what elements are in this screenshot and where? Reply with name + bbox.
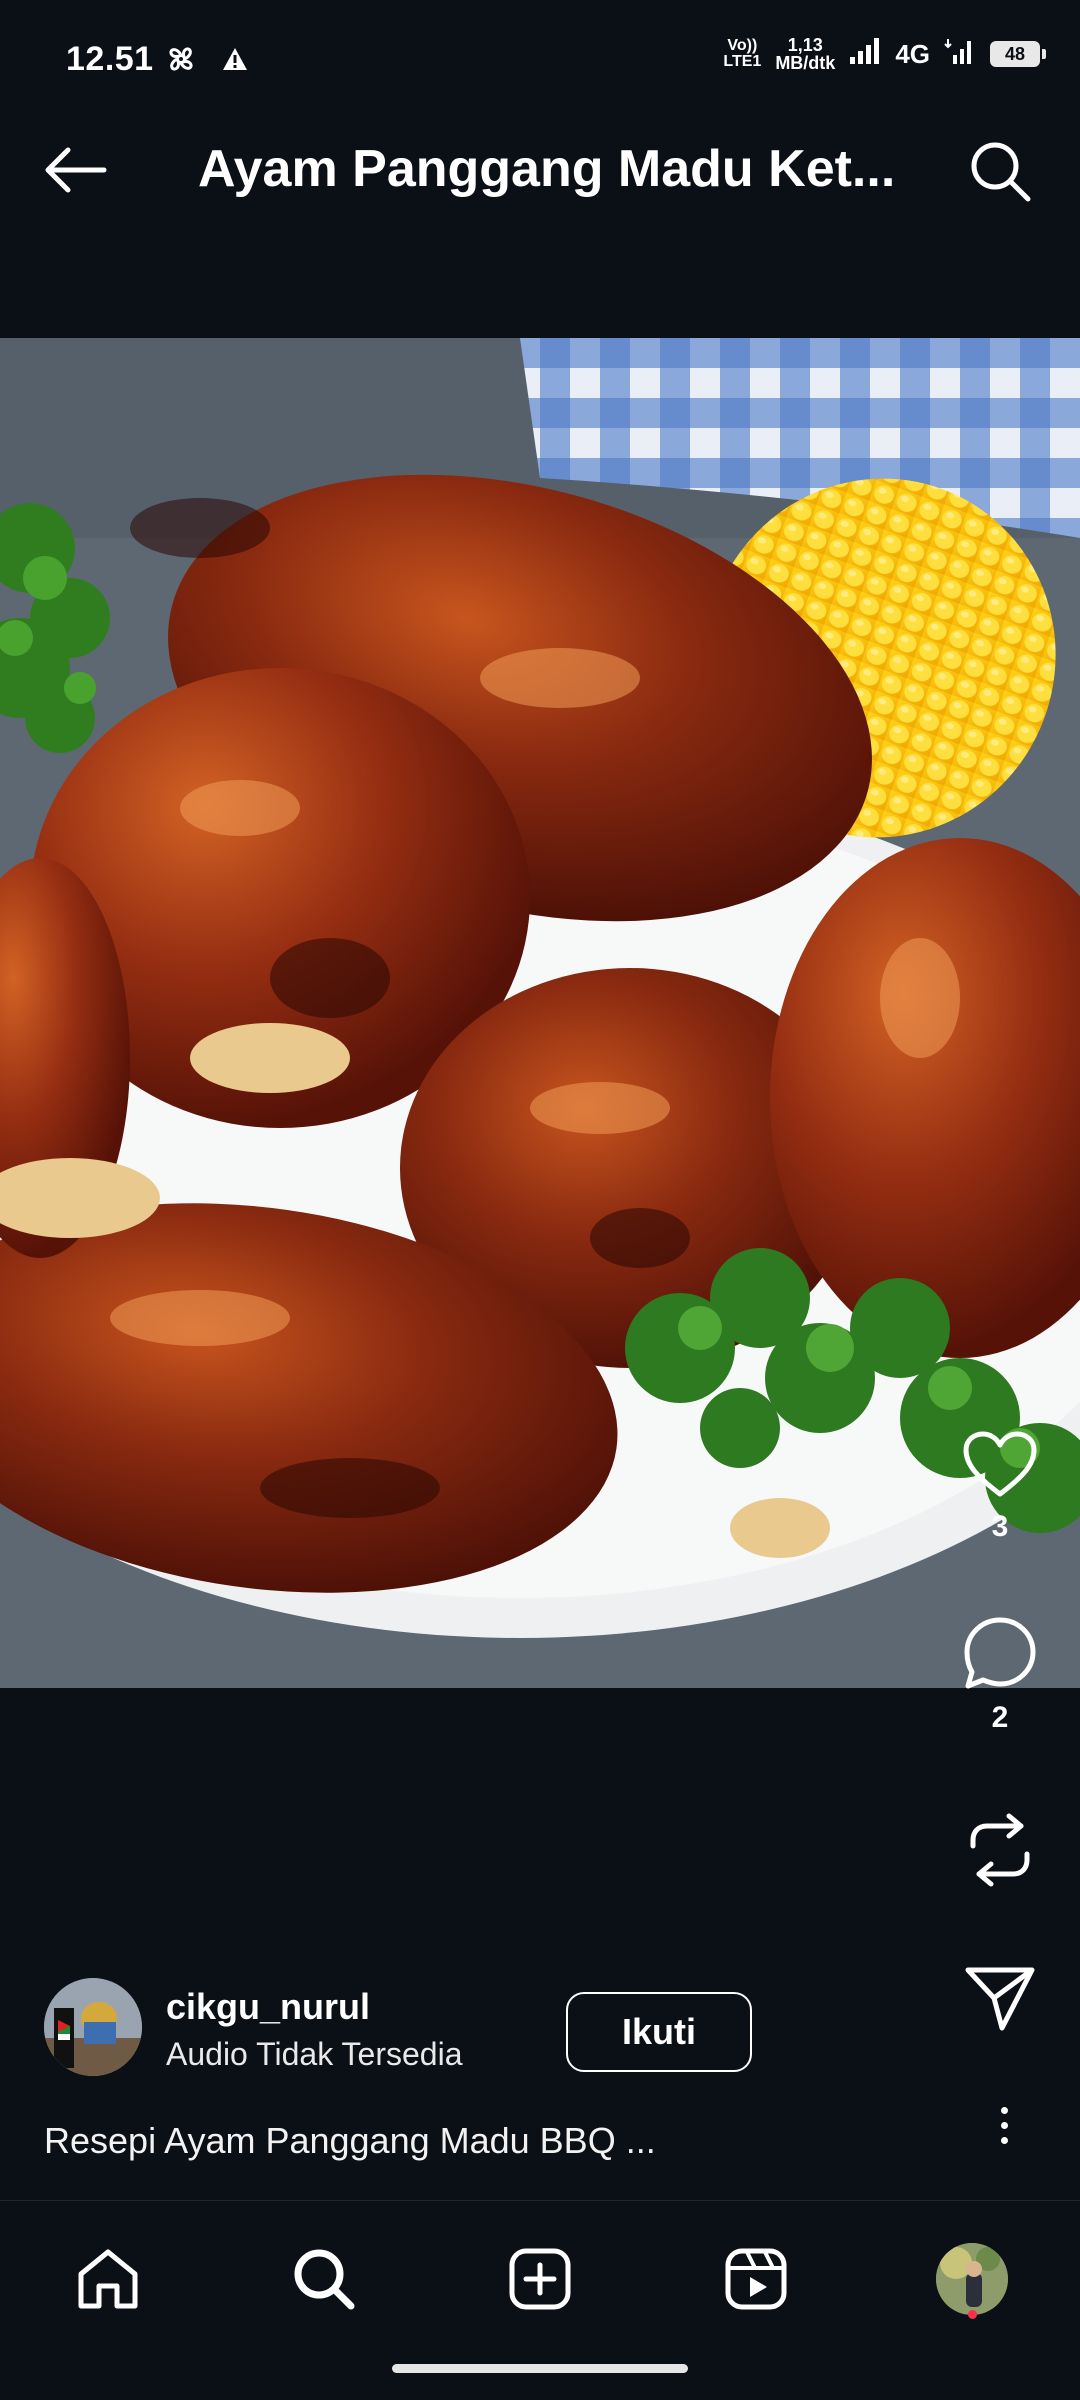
signal-icon	[849, 37, 881, 71]
reel-screen: 12.51 Vo)) LTE1 1,13 MB/dtk 4G 48 Ayam P…	[0, 0, 1080, 2400]
repost-icon	[970, 1813, 1030, 1887]
home-indicator[interactable]	[392, 2364, 688, 2373]
heart-icon	[963, 1431, 1037, 1497]
comment-button[interactable]: 2	[960, 1615, 1040, 1735]
reel-media[interactable]	[0, 338, 1080, 1688]
nav-create[interactable]	[492, 2231, 588, 2327]
back-button[interactable]	[36, 135, 116, 205]
more-vertical-icon	[1000, 2106, 1008, 2114]
status-right: Vo)) LTE1 1,13 MB/dtk 4G 48	[723, 35, 1046, 73]
nav-reels[interactable]	[708, 2231, 804, 2327]
search-button[interactable]	[962, 133, 1038, 209]
post-caption[interactable]: Resepi Ayam Panggang Madu BBQ ...	[44, 2120, 844, 2162]
follow-button[interactable]: Ikuti	[566, 1992, 752, 2072]
nav-home[interactable]	[60, 2231, 156, 2327]
nav-search[interactable]	[276, 2231, 372, 2327]
like-count: 3	[991, 1510, 1009, 1543]
author-row: cikgu_nurul Audio Tidak Tersedia Ikuti	[44, 1978, 752, 2078]
audio-status[interactable]: Audio Tidak Tersedia	[166, 2036, 462, 2073]
like-button[interactable]: 3	[960, 1430, 1040, 1544]
nav-profile[interactable]	[924, 2231, 1020, 2327]
status-bar: 12.51 Vo)) LTE1 1,13 MB/dtk 4G 48	[0, 0, 1080, 95]
comment-icon	[964, 1617, 1036, 1689]
repost-button[interactable]	[960, 1810, 1040, 1890]
profile-avatar	[936, 2243, 1008, 2315]
search-icon	[971, 142, 1031, 202]
comment-count: 2	[991, 1701, 1009, 1734]
arrow-left-icon	[45, 147, 107, 193]
battery-indicator: 48	[990, 41, 1046, 67]
network-type: 4G	[895, 38, 930, 69]
author-avatar[interactable]	[44, 1978, 142, 2076]
status-left-icons	[164, 42, 248, 81]
volte-indicator: Vo)) LTE1	[723, 37, 762, 70]
author-username[interactable]: cikgu_nurul	[166, 1986, 370, 2028]
page-title: Ayam Panggang Madu Ket...	[198, 140, 896, 198]
signal-2-icon	[944, 37, 976, 71]
home-icon	[78, 2249, 138, 2309]
warning-icon	[222, 47, 248, 76]
reels-icon	[725, 2248, 787, 2310]
more-options-button[interactable]	[984, 2090, 1024, 2160]
plus-square-icon	[509, 2248, 571, 2310]
send-icon	[965, 1967, 1035, 2031]
search-icon	[294, 2249, 355, 2310]
food-photo	[0, 338, 1080, 1688]
fan-icon	[164, 42, 198, 81]
share-button[interactable]	[960, 1965, 1040, 2033]
status-time: 12.51	[66, 40, 154, 78]
app-header: Ayam Panggang Madu Ket...	[0, 95, 1080, 245]
network-speed: 1,13 MB/dtk	[775, 35, 836, 73]
notification-dot	[968, 2310, 977, 2319]
